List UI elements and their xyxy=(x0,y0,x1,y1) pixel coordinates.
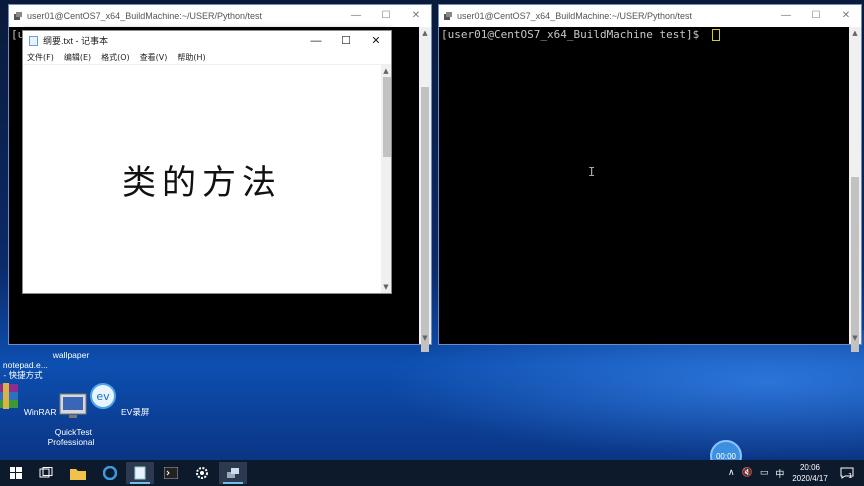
desktop-icon-label: notepad.e... - 快捷方式 xyxy=(2,360,48,380)
scroll-up-arrow-icon[interactable]: ▲ xyxy=(419,27,431,39)
network-tool-icon[interactable] xyxy=(219,462,247,484)
close-button[interactable]: ✕ xyxy=(361,31,391,51)
terminal-title-bar[interactable]: user01@CentOS7_x64_BuildMachine:~/USER/P… xyxy=(9,5,431,27)
notepad-window[interactable]: 纲要.txt - 记事本 — ☐ ✕ 文件(F) 编辑(E) 格式(O) 查看(… xyxy=(22,30,392,294)
edge-icon[interactable] xyxy=(96,462,124,484)
terminal-scrollbar[interactable]: ▲ ▼ xyxy=(419,27,431,352)
wallpaper-glow xyxy=(380,330,864,460)
clock-time: 20:06 xyxy=(799,463,821,472)
notepad-app-icon xyxy=(29,36,38,46)
scroll-thumb[interactable] xyxy=(851,177,859,352)
ime-indicator[interactable]: 中 xyxy=(775,467,784,480)
minimize-button[interactable]: — xyxy=(301,31,331,51)
menu-file[interactable]: 文件(F) xyxy=(27,51,54,64)
scroll-up-arrow-icon[interactable]: ▲ xyxy=(381,65,391,77)
text-cursor xyxy=(711,29,720,41)
terminal-prompt: [user01@CentOS7_x64_BuildMachine test]$ xyxy=(441,28,706,41)
notepad-title: 纲要.txt - 记事本 xyxy=(43,36,108,46)
desktop-icon-label: wallpaper xyxy=(52,350,90,360)
winrar-icon xyxy=(0,383,18,409)
maximize-button[interactable]: ☐ xyxy=(331,31,361,51)
settings-icon[interactable] xyxy=(188,462,216,484)
system-tray: ∧ 🔇 ▭ 中 xyxy=(728,460,784,486)
svg-text:ev: ev xyxy=(96,390,110,403)
notepad-icon[interactable] xyxy=(126,462,154,484)
minimize-button[interactable]: — xyxy=(771,5,801,27)
terminal-window-right[interactable]: user01@CentOS7_x64_BuildMachine:~/USER/P… xyxy=(438,4,862,352)
menu-help[interactable]: 帮助(H) xyxy=(177,51,205,64)
terminal-icon[interactable] xyxy=(157,462,185,484)
clock[interactable]: 20:06 2020/4/17 xyxy=(786,462,834,484)
desktop-icon-label: EV录屏 xyxy=(121,407,150,417)
notification-count: 1 xyxy=(848,472,853,480)
scroll-up-arrow-icon[interactable]: ▲ xyxy=(849,27,861,39)
notepad-scrollbar[interactable]: ▲ ▼ xyxy=(381,65,391,293)
terminal-app-icon xyxy=(14,12,22,20)
file-explorer-icon[interactable] xyxy=(64,462,92,484)
clock-date: 2020/4/17 xyxy=(792,474,828,483)
scroll-thumb[interactable] xyxy=(383,77,391,157)
notepad-title-bar[interactable]: 纲要.txt - 记事本 — ☐ ✕ xyxy=(23,31,391,51)
desktop-icon-wallpaper[interactable]: wallpaper xyxy=(36,350,106,360)
taskbar: ∧ 🔇 ▭ 中 20:06 2020/4/17 1 xyxy=(0,460,864,486)
start-icon[interactable] xyxy=(2,462,30,484)
task-view-icon[interactable] xyxy=(32,462,60,484)
notification-center[interactable]: 1 xyxy=(840,460,854,486)
ibeam-cursor-icon: I xyxy=(588,165,596,179)
terminal-output[interactable]: [user01@CentOS7_x64_BuildMachine test]$ xyxy=(439,27,849,344)
terminal-title-bar[interactable]: user01@CentOS7_x64_BuildMachine:~/USER/P… xyxy=(439,5,861,27)
notepad-menu-bar: 文件(F) 编辑(E) 格式(O) 查看(V) 帮助(H) xyxy=(23,51,391,65)
scroll-thumb[interactable] xyxy=(421,87,429,352)
volume-icon[interactable]: 🔇 xyxy=(742,468,753,478)
notepad-text-area[interactable]: 类的方法 xyxy=(23,65,381,293)
terminal-app-icon xyxy=(444,12,452,20)
desktop-icon-label: QuickTest Professional xyxy=(47,427,95,447)
maximize-button[interactable]: ☐ xyxy=(371,5,401,27)
network-icon[interactable]: ▭ xyxy=(760,468,769,478)
desktop-icon-ev-recorder[interactable]: ev EV录屏 xyxy=(83,380,153,417)
close-button[interactable]: ✕ xyxy=(831,5,861,27)
menu-view[interactable]: 查看(V) xyxy=(140,51,168,64)
menu-format[interactable]: 格式(O) xyxy=(101,51,130,64)
scroll-down-arrow-icon[interactable]: ▼ xyxy=(849,332,861,344)
scroll-down-arrow-icon[interactable]: ▼ xyxy=(419,332,431,344)
menu-edit[interactable]: 编辑(E) xyxy=(64,51,91,64)
close-button[interactable]: ✕ xyxy=(401,5,431,27)
chevron-up-icon[interactable]: ∧ xyxy=(728,468,735,478)
terminal-title: user01@CentOS7_x64_BuildMachine:~/USER/P… xyxy=(457,11,693,21)
scroll-down-arrow-icon[interactable]: ▼ xyxy=(381,281,391,293)
terminal-title: user01@CentOS7_x64_BuildMachine:~/USER/P… xyxy=(27,11,263,21)
ev-recorder-icon: ev xyxy=(89,383,116,409)
minimize-button[interactable]: — xyxy=(341,5,371,27)
maximize-button[interactable]: ☐ xyxy=(801,5,831,27)
terminal-scrollbar[interactable]: ▲ ▼ xyxy=(849,27,861,352)
notepad-content: 类的方法 xyxy=(122,162,282,203)
